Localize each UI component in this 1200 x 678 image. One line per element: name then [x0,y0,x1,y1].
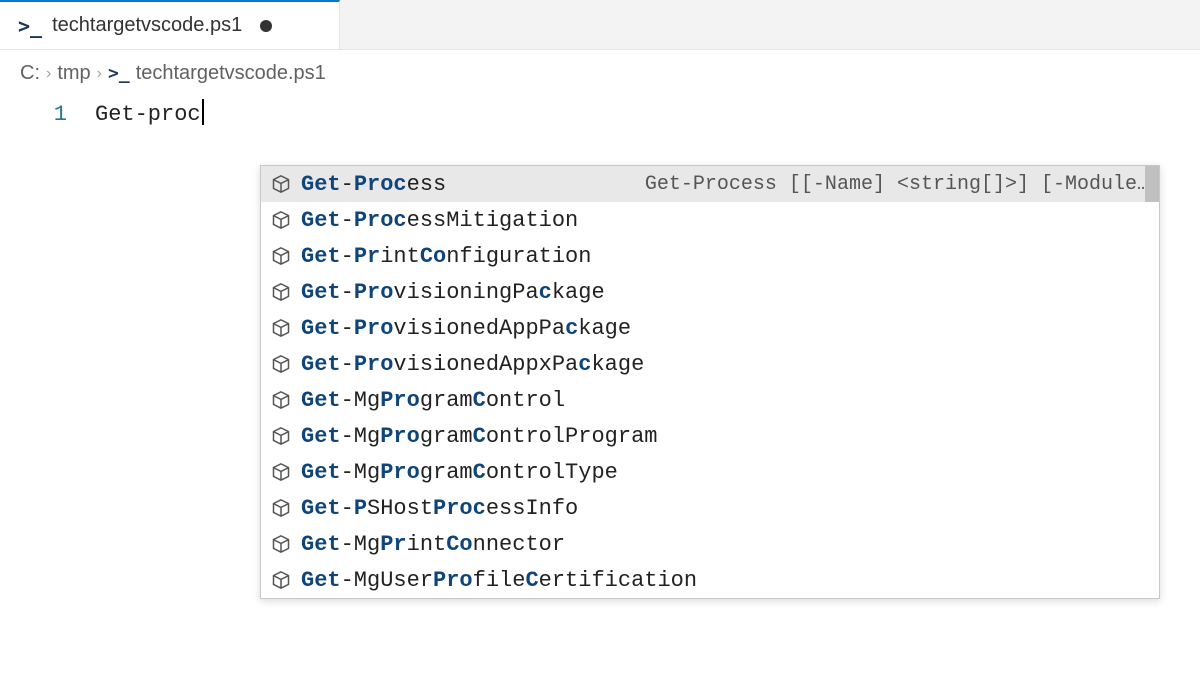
suggestion-item[interactable]: Get-MgUserProfileCertification [261,562,1159,598]
suggestion-item[interactable]: Get-MgProgramControlType [261,454,1159,490]
code-line[interactable]: Get-proc [95,99,204,131]
suggestion-label: Get-ProcessMitigation [301,208,578,233]
suggestion-label: Get-MgPrintConnector [301,532,565,557]
method-icon [271,390,291,410]
suggestion-label: Get-PSHostProcessInfo [301,496,578,521]
suggestion-label: Get-Process [301,172,446,197]
intellisense-suggest-widget[interactable]: Get-Process Get-Process [[-Name] <string[… [260,165,1160,599]
suggestion-item[interactable]: Get-ProvisionedAppPackage [261,310,1159,346]
breadcrumb-filename[interactable]: techtargetvscode.ps1 [136,62,326,85]
suggestion-item[interactable]: Get-Process Get-Process [[-Name] <string[… [261,166,1159,202]
breadcrumb[interactable]: C: › tmp › >_ techtargetvscode.ps1 [0,50,1200,93]
method-icon [271,462,291,482]
method-icon [271,174,291,194]
suggestion-item[interactable]: Get-ProvisioningPackage [261,274,1159,310]
method-icon [271,318,291,338]
suggestion-label: Get-MgProgramControl [301,388,565,413]
suggestion-item[interactable]: Get-ProvisionedAppxPackage [261,346,1159,382]
line-number: 1 [0,99,67,131]
method-icon [271,246,291,266]
method-icon [271,534,291,554]
suggestion-label: Get-MgProgramControlProgram [301,424,657,449]
editor-tab[interactable]: >_ techtargetvscode.ps1 [0,0,340,49]
suggestion-item[interactable]: Get-ProcessMitigation [261,202,1159,238]
method-icon [271,210,291,230]
suggestion-item[interactable]: Get-MgProgramControl [261,382,1159,418]
suggestion-detail: Get-Process [[-Name] <string[]>] [-Modul… [621,173,1149,196]
suggestion-label: Get-ProvisionedAppPackage [301,316,631,341]
tab-bar: >_ techtargetvscode.ps1 [0,0,1200,50]
chevron-right-icon: › [97,65,102,83]
breadcrumb-segment[interactable]: C: [20,62,40,85]
method-icon [271,570,291,590]
method-icon [271,498,291,518]
powershell-icon: >_ [108,63,130,84]
line-number-gutter: 1 [0,99,95,131]
suggestion-label: Get-MgUserProfileCertification [301,568,697,593]
text-cursor [202,99,204,125]
method-icon [271,426,291,446]
editor-area[interactable]: 1 Get-proc [0,93,1200,131]
suggestion-item[interactable]: Get-PrintConfiguration [261,238,1159,274]
suggestion-item[interactable]: Get-MgProgramControlProgram [261,418,1159,454]
typed-code: Get-proc [95,102,201,127]
suggestion-label: Get-PrintConfiguration [301,244,591,269]
suggestion-label: Get-ProvisionedAppxPackage [301,352,644,377]
suggestion-label: Get-ProvisioningPackage [301,280,605,305]
method-icon [271,354,291,374]
powershell-icon: >_ [18,14,42,38]
suggestion-label: Get-MgProgramControlType [301,460,618,485]
method-icon [271,282,291,302]
suggestion-item[interactable]: Get-PSHostProcessInfo [261,490,1159,526]
scrollbar-thumb[interactable] [1145,166,1159,202]
tab-filename: techtargetvscode.ps1 [52,14,242,37]
unsaved-indicator-icon [260,20,272,32]
chevron-right-icon: › [46,65,51,83]
suggestion-item[interactable]: Get-MgPrintConnector [261,526,1159,562]
breadcrumb-segment[interactable]: tmp [57,62,90,85]
